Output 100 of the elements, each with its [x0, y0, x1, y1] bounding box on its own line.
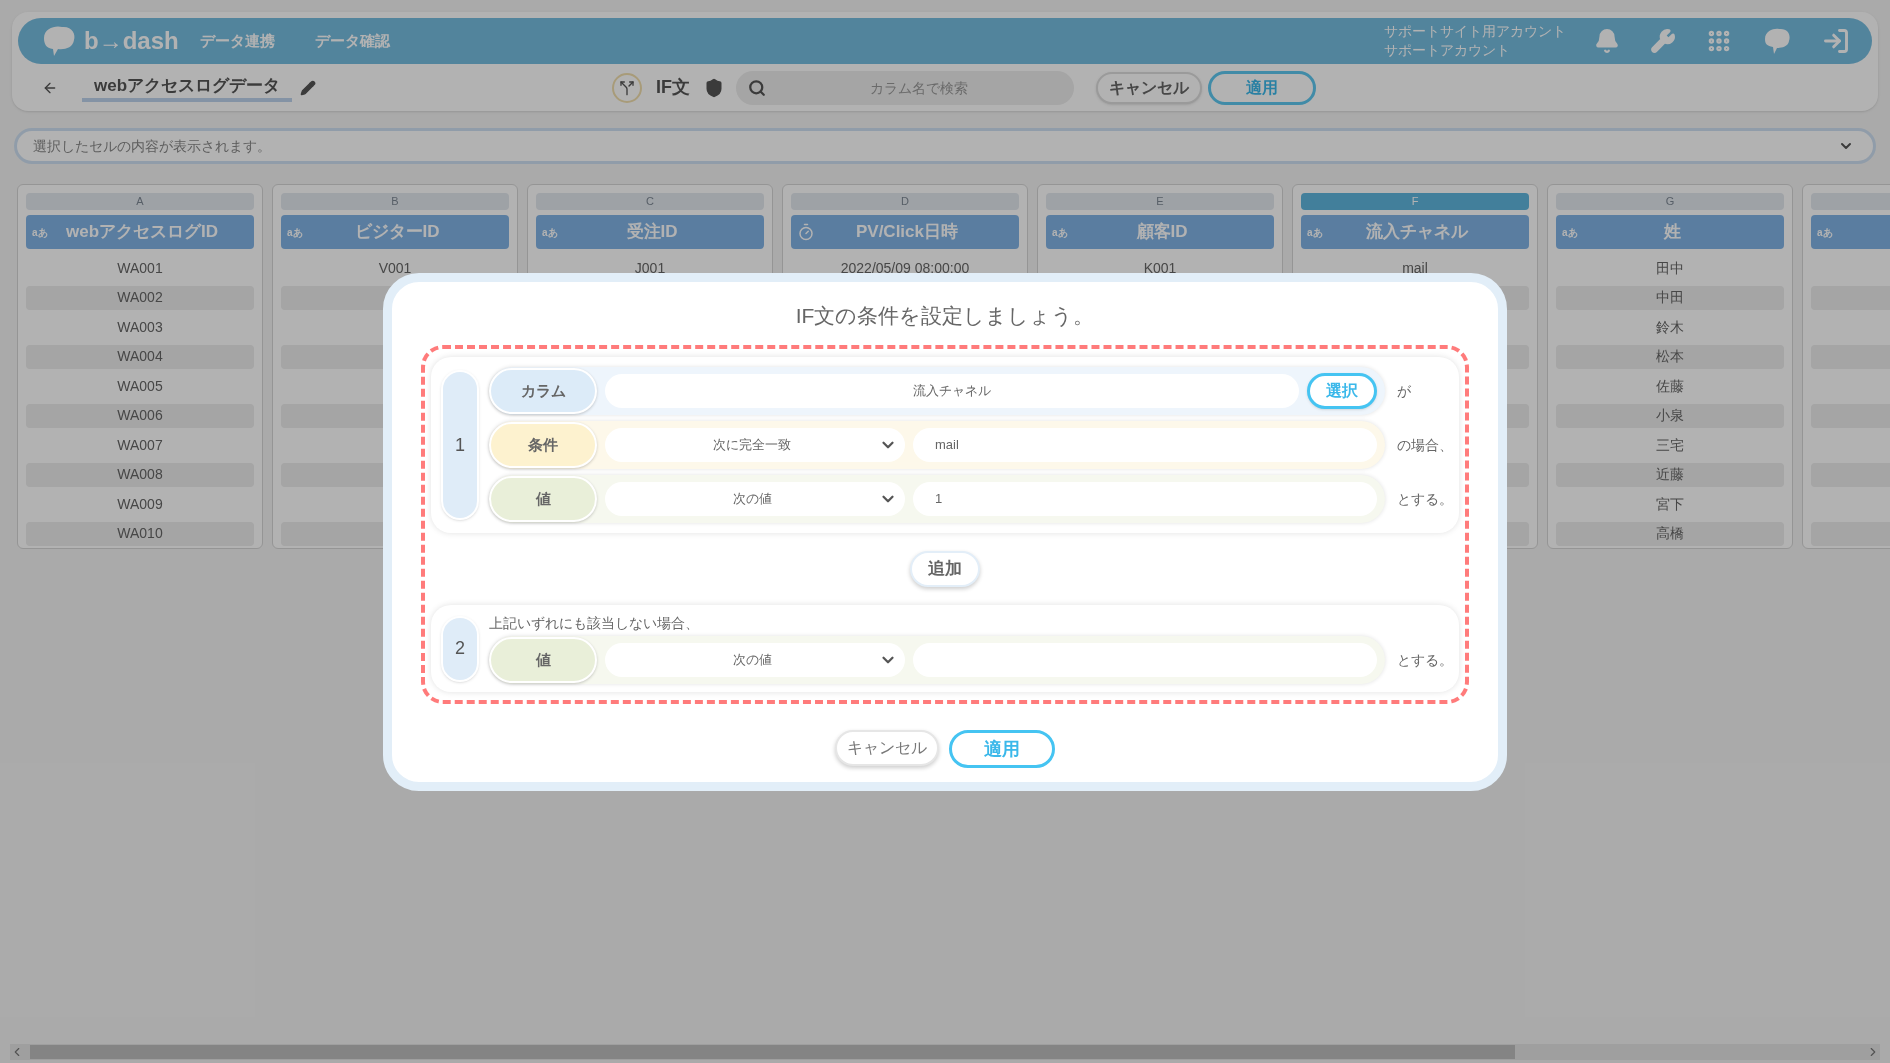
table-cell-text: 田中: [1656, 258, 1684, 278]
column-name: ビジターID: [353, 221, 441, 244]
column-header[interactable]: PV/Click日時: [791, 215, 1019, 249]
table-cell-text: 三宅: [1656, 435, 1684, 455]
row-suffix: とする。: [1397, 489, 1454, 509]
column-header[interactable]: aあ: [1811, 215, 1890, 249]
input-field[interactable]: 1: [913, 482, 1377, 516]
condition-number: 2: [441, 615, 479, 682]
type-label: aあ: [1817, 225, 1834, 240]
logo-text: b→dash: [84, 26, 179, 56]
table-cell-text: 2022/05/09 08:00:00: [840, 258, 970, 278]
column-name: webアクセスログID: [64, 221, 220, 244]
row-suffix: の場合、: [1397, 435, 1454, 455]
timer-icon: [797, 223, 815, 241]
table-cell-text: 小泉: [1656, 406, 1684, 426]
table-cell-text: 松本: [1656, 347, 1684, 367]
column-header[interactable]: aあ 受注ID: [536, 215, 764, 249]
row-label: 条件: [489, 422, 597, 468]
column-name: 受注ID: [625, 221, 679, 244]
account-name: サポートサイト用アカウント: [1384, 22, 1566, 41]
row-suffix: が: [1397, 381, 1412, 401]
column-field[interactable]: 流入チャネル: [605, 374, 1299, 408]
column-letter[interactable]: D: [791, 193, 1019, 210]
table-cell-text: WA005: [117, 376, 163, 396]
row-suffix: とする。: [1397, 650, 1454, 670]
column-letter[interactable]: E: [1046, 193, 1274, 210]
row-label: 値: [489, 476, 597, 522]
cancel-button[interactable]: キャンセル: [835, 730, 939, 766]
table-cell-text: mail: [1402, 258, 1428, 278]
table-cell-text: 宮下: [1656, 494, 1684, 514]
dropdown[interactable]: 次に完全一致: [605, 428, 905, 462]
dialog-title: IF文の条件を設定しましょう。: [795, 302, 1095, 329]
table-cell-text: 佐藤: [1656, 376, 1684, 396]
table-cell-text: WA001: [117, 258, 163, 278]
column-name: 流入チャネル: [1365, 221, 1470, 244]
account-name: サポートアカウント: [1384, 41, 1511, 60]
column-letter[interactable]: F: [1301, 193, 1529, 210]
type-label: aあ: [1307, 225, 1324, 240]
table-cell-text: WA007: [117, 435, 163, 455]
apply-button[interactable]: 適用: [1208, 70, 1317, 105]
scrollbar-thumb[interactable]: [30, 1045, 1515, 1059]
table-cell-text: 近藤: [1656, 465, 1684, 485]
table-cell-text: WA008: [117, 465, 163, 485]
table-cell-text: WA002: [117, 288, 163, 308]
otherwise-note: 上記いずれにも該当しない場合、: [489, 614, 700, 633]
column-header[interactable]: aあ ビジターID: [281, 215, 509, 249]
bell-icon[interactable]: [1594, 28, 1620, 54]
dropdown[interactable]: 次の値: [605, 482, 905, 516]
search-field[interactable]: カラム名で検索: [736, 70, 1075, 105]
apply-button[interactable]: 適用: [949, 730, 1055, 768]
column-letter[interactable]: G: [1556, 193, 1784, 210]
table-cell-text: K001: [1143, 258, 1177, 278]
input-field[interactable]: mail: [913, 428, 1377, 462]
table-cell-text: 高橋: [1656, 524, 1684, 544]
mascot-icon[interactable]: [1762, 27, 1792, 55]
cell-content-field[interactable]: 選択したセルの内容が表示されます。: [14, 128, 1876, 164]
wrench-icon[interactable]: [1650, 28, 1676, 54]
type-label: aあ: [1562, 225, 1579, 240]
type-label: aあ: [1052, 225, 1069, 240]
select-button[interactable]: 選択: [1307, 373, 1377, 409]
table-cell-text: V001: [378, 258, 412, 278]
table-cell-text: 中田: [1656, 288, 1684, 308]
column-header[interactable]: aあ 顧客ID: [1046, 215, 1274, 249]
column-header[interactable]: aあ 流入チャネル: [1301, 215, 1529, 249]
mode-label: IF文: [656, 76, 691, 99]
table-cell-text: WA006: [117, 406, 163, 426]
column-letter[interactable]: B: [281, 193, 509, 210]
branch-button[interactable]: [612, 72, 643, 103]
branch-icon: [619, 79, 636, 96]
table-cell-text: WA004: [117, 347, 163, 367]
row-label: 値: [489, 637, 597, 683]
shield-icon[interactable]: [704, 77, 725, 98]
column-name: PV/Click日時: [854, 221, 959, 244]
column-letter[interactable]: C: [536, 193, 764, 210]
column-name: 姓: [1662, 221, 1682, 244]
nav-link[interactable]: データ確認: [315, 29, 390, 53]
type-label: aあ: [542, 225, 559, 240]
pencil-icon[interactable]: [300, 79, 317, 96]
table-cell-text: 鈴木: [1656, 317, 1684, 337]
logout-icon[interactable]: [1822, 27, 1850, 55]
column-letter[interactable]: A: [26, 193, 254, 210]
nav-link[interactable]: データ連携: [200, 29, 275, 53]
column-name: 顧客ID: [1135, 221, 1189, 244]
cancel-button[interactable]: キャンセル: [1096, 71, 1203, 104]
table-cell-text: J001: [634, 258, 666, 278]
table-cell-text: WA010: [117, 524, 163, 544]
type-label: aあ: [287, 225, 304, 240]
add-button[interactable]: 追加: [910, 551, 980, 587]
grid-icon[interactable]: [1706, 28, 1732, 54]
column-header[interactable]: aあ webアクセスログID: [26, 215, 254, 249]
dropdown[interactable]: 次の値: [605, 643, 905, 677]
table-cell-text: WA009: [117, 494, 163, 514]
search-icon: [748, 78, 767, 97]
condition-number: 1: [441, 370, 479, 520]
dataset-title[interactable]: webアクセスログデータ: [82, 72, 293, 103]
type-label: aあ: [32, 225, 49, 240]
horizontal-scrollbar[interactable]: [10, 1044, 1880, 1060]
column-header[interactable]: aあ 姓: [1556, 215, 1784, 249]
table-cell-text: WA003: [117, 317, 163, 337]
row-label: カラム: [489, 368, 597, 414]
